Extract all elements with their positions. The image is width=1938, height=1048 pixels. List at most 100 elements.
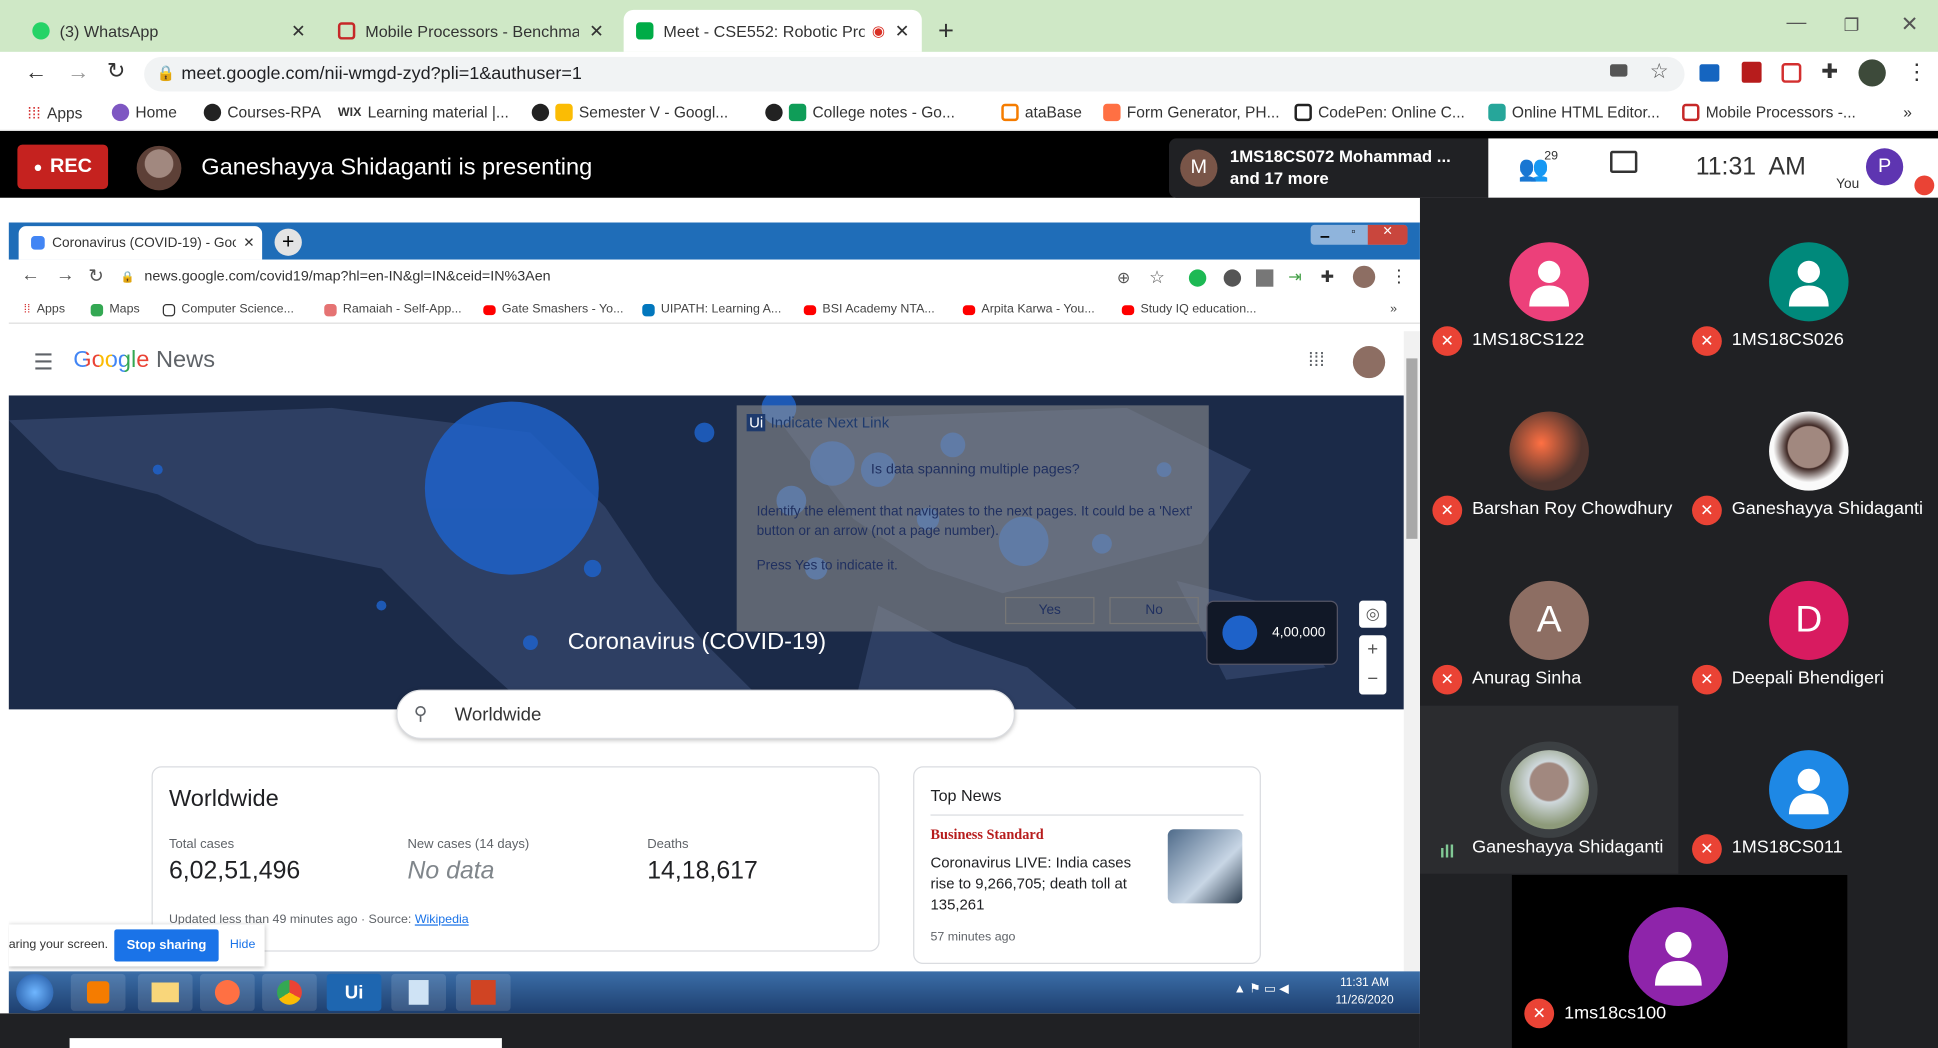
media-player-icon[interactable] [70, 973, 126, 1011]
bookmark-apps[interactable]: ⁞⁞ Apps [24, 303, 65, 317]
extension-icon[interactable] [1223, 269, 1242, 287]
zoom-out-button[interactable]: − [1359, 665, 1386, 695]
close-tab-icon[interactable]: ✕ [243, 235, 254, 251]
source-link[interactable]: Wikipedia [415, 913, 469, 927]
bookmark-computer-science[interactable]: Computer Science... [162, 303, 294, 316]
bookmark-learning-material[interactable]: WIX Learning material |... [338, 104, 509, 121]
close-tab-icon[interactable]: ✕ [589, 20, 604, 41]
participant-tile[interactable]: ✕ 1MS18CS011 [1680, 706, 1938, 874]
dialog-no-button[interactable]: No [1109, 596, 1199, 625]
notepad-icon[interactable] [391, 973, 446, 1011]
back-icon[interactable]: ← [25, 59, 47, 85]
bookmark-gate-smashers[interactable]: Gate Smashers - Yo... [483, 303, 623, 316]
close-window-button[interactable]: ✕ [1901, 12, 1919, 37]
close-tab-icon[interactable]: ✕ [895, 20, 910, 41]
close-window-button[interactable]: ✕ [1367, 224, 1408, 245]
bookmark-courses-rpa[interactable]: Courses-RPA [203, 103, 321, 122]
reload-icon[interactable]: ↻ [107, 58, 126, 84]
extension-icon[interactable] [1188, 269, 1207, 287]
participant-tile[interactable]: ✕ 1MS18CS026 [1680, 198, 1938, 366]
participant-tile[interactable]: ✕ Barshan Roy Chowdhury [1420, 367, 1678, 535]
address-bar[interactable]: meet.google.com/nii-wmgd-zyd?pli=1&authu… [144, 56, 1685, 92]
bookmark-star-icon[interactable]: ☆ [1650, 59, 1669, 84]
zoom-in-button[interactable]: + [1359, 635, 1386, 665]
hide-button[interactable]: Hide [230, 938, 256, 952]
page-scrollbar[interactable] [1403, 331, 1420, 972]
bookmark-study-iq[interactable]: Study IQ education... [1121, 303, 1256, 316]
forward-icon[interactable]: → [67, 59, 89, 85]
stop-sharing-button[interactable]: Stop sharing [114, 929, 219, 962]
bookmark-mobile-processors[interactable]: Mobile Processors -... [1682, 103, 1856, 122]
more-bookmarks-icon[interactable]: » [1903, 104, 1912, 121]
tab-meet[interactable]: Meet - CSE552: Robotic Proc ◉ ✕ [623, 9, 922, 52]
bookmark-college-notes[interactable]: College notes - Go... [765, 103, 955, 122]
bookmark-home[interactable]: Home [111, 103, 177, 122]
participant-tile[interactable]: ✕ 1MS18CS122 [1420, 198, 1678, 366]
extension-icon[interactable]: ⇥ [1288, 267, 1302, 287]
bookmark-arpita-karwa[interactable]: Arpita Karwa - You... [962, 303, 1095, 316]
minimize-button[interactable]: ▁ [1311, 225, 1339, 245]
chat-icon[interactable] [1610, 150, 1638, 174]
add-icon[interactable]: ⊕ [1117, 268, 1131, 288]
bookmark-codepen[interactable]: CodePen: Online C... [1294, 103, 1465, 122]
restore-button[interactable]: ▫ [1339, 225, 1367, 245]
minimize-button[interactable]: — [1786, 12, 1806, 34]
menu-icon[interactable]: ⋮ [1390, 266, 1407, 287]
self-avatar[interactable]: P [1865, 148, 1904, 186]
bookmark-database[interactable]: ataBase [1001, 103, 1082, 122]
close-tab-icon[interactable]: ✕ [291, 20, 306, 41]
shared-tab-covid[interactable]: Coronavirus (COVID-19) - Google ✕ [18, 226, 263, 260]
tray-icons[interactable]: ▲ ⚑ ▭ ◀ [1234, 983, 1289, 997]
new-tab-button[interactable]: + [274, 228, 302, 256]
restore-button[interactable]: ❐ [1844, 15, 1860, 36]
firefox-icon[interactable] [200, 973, 255, 1011]
pdf-extension-icon[interactable] [1741, 61, 1762, 83]
hamburger-menu-icon[interactable]: ☰ [34, 350, 54, 376]
participant-tile[interactable]: ✕ Ganeshayya Shidaganti [1680, 367, 1938, 535]
extensions-puzzle-icon[interactable]: ✚ [1821, 59, 1838, 84]
news-thumbnail[interactable] [1167, 829, 1243, 904]
tab-mobile-processors[interactable]: Mobile Processors - Benchmark L ✕ [325, 10, 616, 52]
profile-avatar[interactable] [1858, 59, 1886, 87]
news-headline[interactable]: Coronavirus LIVE: India cases rise to 9,… [930, 853, 1151, 916]
dialog-yes-button[interactable]: Yes [1005, 596, 1095, 625]
locate-icon[interactable]: ◎ [1359, 600, 1387, 628]
uipath-studio-icon[interactable]: Ui [326, 973, 382, 1011]
bookmark-star-icon[interactable]: ☆ [1149, 267, 1165, 288]
participant-tile[interactable]: A ✕ Anurag Sinha [1420, 536, 1678, 704]
bookmark-bsi-academy[interactable]: BSI Academy NTA... [803, 303, 935, 316]
reload-icon[interactable]: ↻ [88, 264, 104, 287]
menu-icon[interactable]: ⋮ [1906, 59, 1928, 85]
apps-grid-icon[interactable]: ⁞⁞⁞ [1308, 350, 1325, 372]
taskbar-clock[interactable]: 11:31 AM 11/26/2020 [1335, 975, 1393, 1010]
more-bookmarks-icon[interactable]: » [1390, 303, 1397, 317]
bookmark-form-generator[interactable]: Form Generator, PH... [1103, 103, 1280, 122]
file-explorer-icon[interactable] [137, 973, 193, 1011]
chrome-icon[interactable] [262, 973, 317, 1011]
camera-icon[interactable] [1610, 64, 1628, 77]
tab-whatsapp[interactable]: (3) WhatsApp ✕ [20, 10, 318, 52]
bookmark-ramaiah[interactable]: Ramaiah - Self-App... [324, 303, 462, 316]
account-avatar[interactable] [1352, 346, 1386, 379]
participant-tile[interactable]: ✕ 1ms18cs100 [1511, 874, 1848, 1048]
back-icon[interactable]: ← [21, 264, 40, 285]
bookmark-maps[interactable]: Maps [90, 303, 140, 316]
bookmark-semester-v[interactable]: Semester V - Googl... [531, 103, 728, 122]
start-button[interactable] [16, 973, 54, 1011]
profile-avatar[interactable] [1352, 265, 1376, 288]
bookmark-apps[interactable]: ⁞⁞⁞ Apps [27, 104, 82, 123]
extensions-puzzle-icon[interactable]: ✚ [1321, 267, 1335, 287]
participant-tile[interactable]: D ✕ Deepali Bhendigeri [1680, 536, 1938, 704]
shared-address-bar[interactable]: 🔒 news.google.com/covid19/map?hl=en-IN&gl… [120, 263, 1413, 291]
forward-icon[interactable]: → [56, 264, 75, 285]
new-tab-button[interactable]: + [938, 15, 954, 47]
bookmark-html-editor[interactable]: Online HTML Editor... [1488, 103, 1660, 122]
google-news-logo[interactable]: Google News [73, 347, 215, 374]
powerpoint-icon[interactable] [455, 973, 511, 1011]
bookmark-uipath[interactable]: UIPATH: Learning A... [642, 303, 781, 316]
location-search-input[interactable]: Worldwide [396, 689, 1015, 740]
record-extension-icon[interactable] [1781, 63, 1802, 83]
extension-icon[interactable] [1255, 269, 1274, 287]
extension-icon[interactable] [1699, 64, 1720, 82]
scrollbar-thumb[interactable] [1406, 358, 1418, 539]
